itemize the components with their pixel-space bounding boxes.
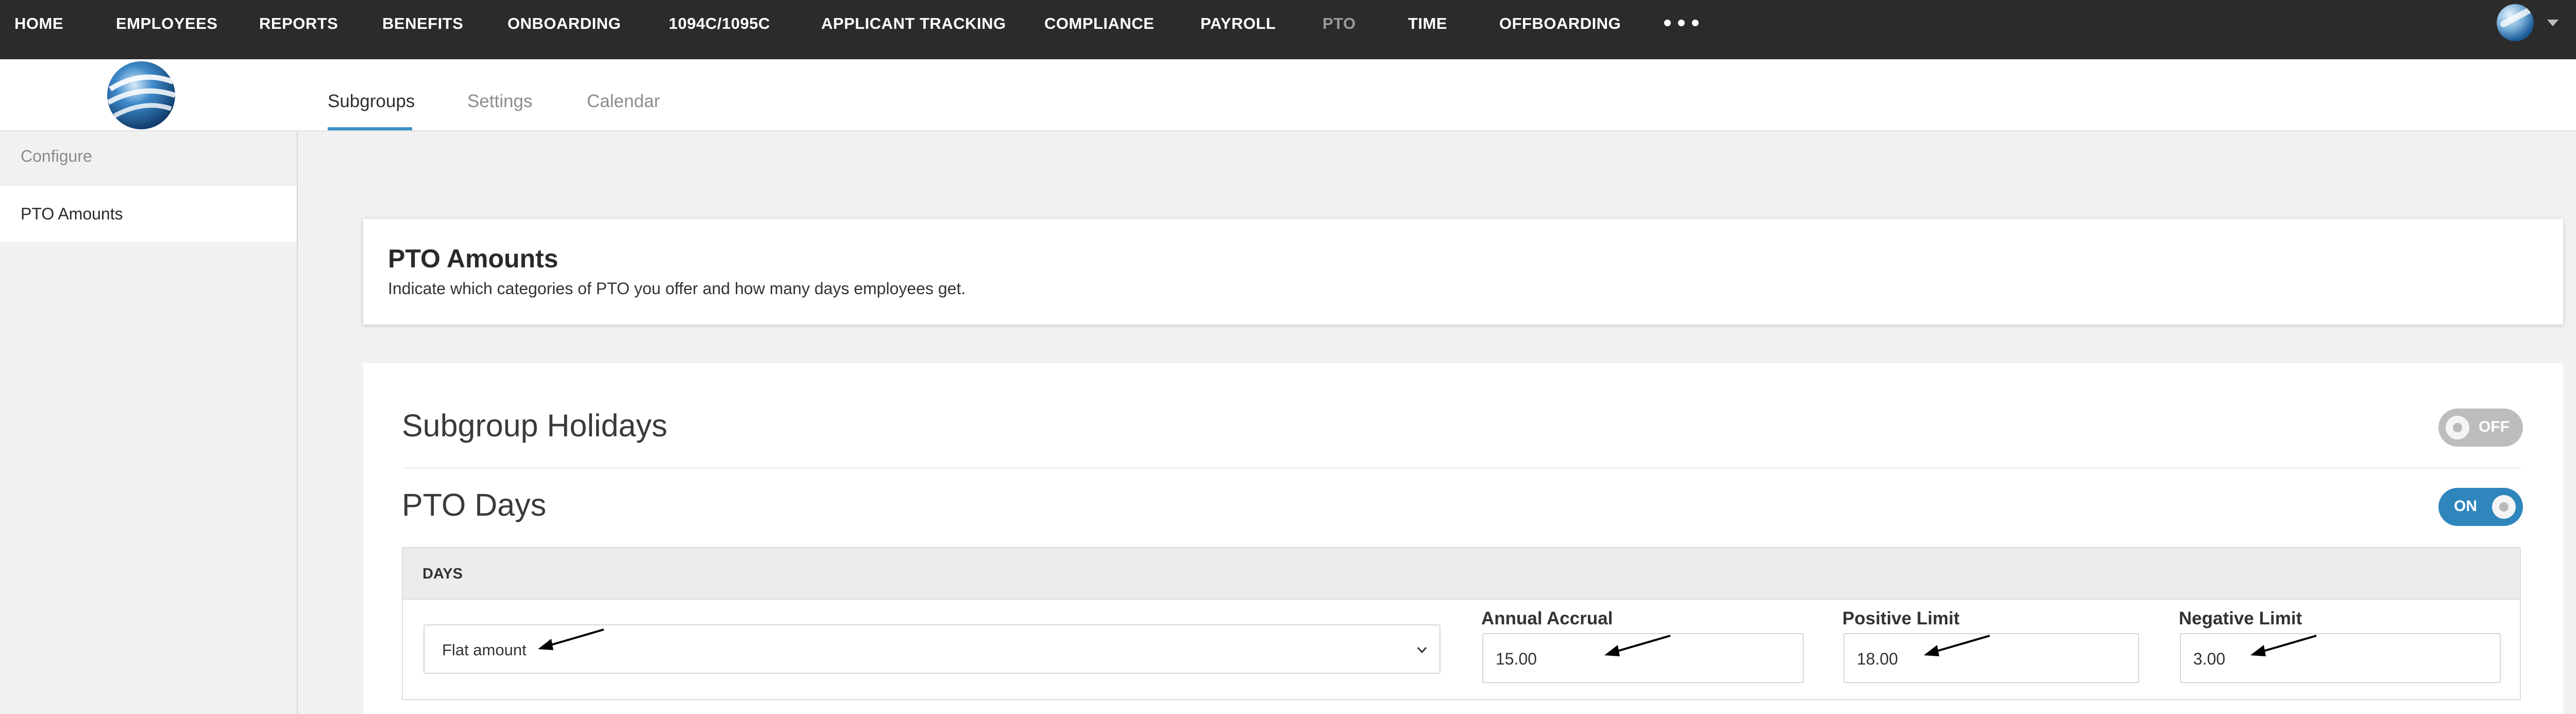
nav-applicant-tracking[interactable]: APPLICANT TRACKING	[821, 14, 1006, 33]
tab-settings[interactable]: Settings	[467, 91, 532, 112]
dot	[1692, 20, 1699, 26]
section-divider	[402, 467, 2521, 468]
negative-limit-field[interactable]: 3.00	[2180, 633, 2501, 683]
nav-onboarding[interactable]: ONBOARDING	[507, 14, 621, 33]
nav-time[interactable]: TIME	[1408, 14, 1447, 33]
more-dots-icon[interactable]	[1664, 20, 1699, 26]
days-panel: DAYS Flat amount Annual Accrual 15.00 Po…	[402, 547, 2521, 700]
company-logo	[107, 61, 176, 129]
sub-header: Subgroups Settings Calendar	[0, 59, 2576, 131]
toggle-state-label: ON	[2454, 498, 2477, 515]
days-header: DAYS	[403, 548, 2520, 600]
page-description: Indicate which categories of PTO you off…	[388, 279, 966, 298]
toggle-knob	[2492, 495, 2516, 519]
annual-accrual-label: Annual Accrual	[1481, 608, 1613, 628]
sidebar-item-configure[interactable]: Configure	[0, 147, 297, 166]
nav-reports[interactable]: REPORTS	[259, 14, 338, 33]
pto-amounts-header-card: PTO Amounts Indicate which categories of…	[363, 219, 2563, 325]
annotation-arrow-icon	[2250, 635, 2317, 656]
active-tab-indicator	[328, 127, 412, 130]
caret-down-icon[interactable]	[2547, 20, 2558, 26]
sidebar: Configure PTO Amounts	[0, 131, 298, 714]
nav-benefits[interactable]: BENEFITS	[382, 14, 463, 33]
subgroup-holidays-title: Subgroup Holidays	[402, 408, 668, 443]
chevron-down-icon	[1417, 647, 1427, 654]
tab-calendar[interactable]: Calendar	[587, 91, 660, 112]
top-nav-bar: HOME EMPLOYEES REPORTS BENEFITS ONBOARDI…	[0, 0, 2576, 59]
positive-limit-value: 18.00	[1857, 650, 1899, 668]
dot	[1678, 20, 1685, 26]
nav-payroll[interactable]: PAYROLL	[1200, 14, 1276, 33]
annotation-arrow-icon	[1924, 635, 1990, 656]
pto-days-toggle[interactable]: ON	[2438, 488, 2523, 526]
negative-limit-value: 3.00	[2193, 650, 2226, 668]
dot	[1664, 20, 1671, 26]
subgroup-holidays-toggle[interactable]: OFF	[2438, 409, 2523, 447]
pto-days-title: PTO Days	[402, 487, 547, 522]
annotation-arrow-icon	[1604, 635, 1671, 656]
pto-settings-card: Subgroup Holidays OFF PTO Days ON DAYS F…	[363, 363, 2563, 714]
toggle-knob	[2446, 416, 2469, 439]
accrual-type-value: Flat amount	[442, 641, 527, 659]
nav-home[interactable]: HOME	[14, 14, 63, 33]
nav-pto[interactable]: PTO	[1323, 14, 1356, 33]
sidebar-item-pto-amounts[interactable]: PTO Amounts	[0, 186, 297, 242]
days-header-label: DAYS	[422, 566, 463, 582]
annotation-arrow-icon	[538, 628, 604, 650]
annual-accrual-value: 15.00	[1496, 650, 1537, 668]
toggle-state-label: OFF	[2479, 418, 2510, 435]
positive-limit-label: Positive Limit	[1842, 608, 1960, 628]
negative-limit-label: Negative Limit	[2179, 608, 2302, 628]
tab-subgroups[interactable]: Subgroups	[328, 91, 415, 112]
nav-1094c-1095c[interactable]: 1094C/1095C	[669, 14, 770, 33]
nav-compliance[interactable]: COMPLIANCE	[1044, 14, 1154, 33]
nav-offboarding[interactable]: OFFBOARDING	[1499, 14, 1621, 33]
user-avatar-icon[interactable]	[2497, 4, 2534, 41]
page-title: PTO Amounts	[388, 244, 558, 273]
nav-employees[interactable]: EMPLOYEES	[116, 14, 217, 33]
